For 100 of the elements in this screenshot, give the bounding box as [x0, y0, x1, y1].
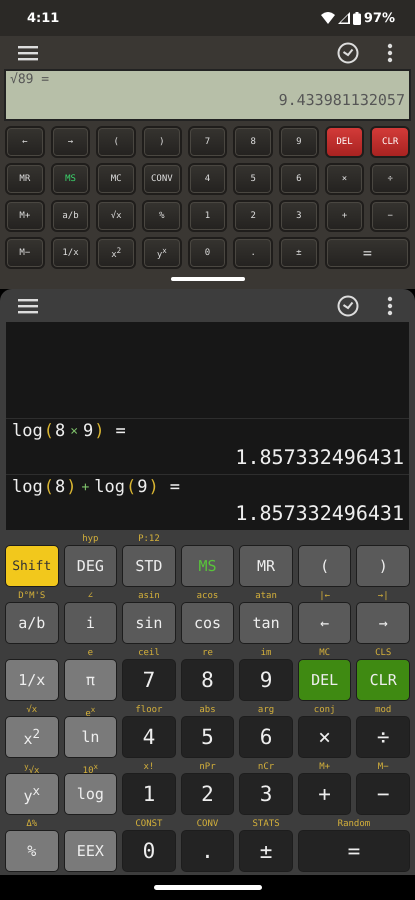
shift-function-label: abs — [199, 705, 216, 716]
calculator-key[interactable]: 4 — [188, 163, 228, 196]
status-time: 4:11 — [27, 10, 60, 26]
shift-function-label: |← — [319, 591, 330, 602]
calculator-key[interactable]: CONV — [142, 163, 182, 196]
menu-icon[interactable] — [18, 298, 38, 314]
calculator-key[interactable]: log — [64, 773, 118, 816]
calculator-key[interactable]: 5 — [233, 163, 273, 196]
calculator-key[interactable]: 7 — [122, 659, 176, 702]
calculator-key[interactable]: . — [233, 237, 273, 270]
shift-function-label: floor — [135, 705, 162, 716]
calculator-key[interactable]: Shift — [5, 545, 59, 588]
battery-icon — [352, 12, 361, 25]
calculator-key[interactable]: 1/x — [5, 659, 59, 702]
calculator-key[interactable]: − — [356, 773, 410, 816]
calculator-key[interactable]: ← — [5, 126, 45, 158]
calculator-key[interactable]: 8 — [233, 126, 273, 158]
calculator-key[interactable]: CLR — [356, 659, 410, 702]
calculator-key[interactable]: 1 — [188, 200, 228, 232]
calculator-key[interactable]: 6 — [279, 163, 319, 196]
calculator-key[interactable]: tan — [239, 602, 293, 644]
calculator-key[interactable]: × — [324, 163, 364, 196]
calculator-key[interactable]: + — [298, 773, 352, 816]
split-handle[interactable] — [170, 277, 244, 282]
calculator-key[interactable]: 2 — [233, 200, 273, 232]
calculator-key[interactable]: % — [142, 200, 182, 232]
calculator-key[interactable]: 9 — [239, 659, 293, 702]
shift-function-label: conj — [314, 705, 336, 716]
menu-icon[interactable] — [18, 44, 38, 61]
calculator-key[interactable]: ÷ — [370, 163, 410, 196]
calculator-key[interactable]: STD — [122, 545, 176, 588]
shift-function-label: ceil — [138, 648, 160, 658]
shift-function-label: P:12 — [138, 534, 160, 544]
history-expression: log(8 × 9) = — [12, 421, 126, 442]
calculator-key[interactable]: − — [370, 200, 410, 232]
home-indicator[interactable] — [154, 885, 262, 890]
calculator-key[interactable]: 3 — [239, 773, 293, 816]
calculator-key[interactable]: % — [5, 830, 59, 872]
calculator-key[interactable]: 5 — [180, 716, 234, 758]
calculator-key[interactable]: MR — [5, 163, 45, 196]
calculator-key[interactable]: → — [50, 126, 90, 158]
calculator-key[interactable]: ( — [298, 545, 352, 588]
history-result: 1.857332496431 — [235, 501, 404, 526]
calculator-key[interactable]: 1 — [122, 773, 176, 816]
calculator-key[interactable]: √x — [96, 200, 136, 232]
calculator-key[interactable]: ) — [356, 545, 410, 588]
expression-text: √89 = — [10, 72, 50, 88]
calculator-key[interactable]: x$^{2}$ — [5, 716, 59, 758]
calculator-key[interactable]: = — [298, 830, 410, 872]
calculator-key[interactable]: 8 — [180, 659, 234, 702]
shift-function-label: √x — [26, 705, 38, 716]
calculator-key[interactable]: 2 — [180, 773, 234, 816]
calculator-key[interactable]: EEX — [64, 830, 118, 872]
calculator-key[interactable]: = — [324, 237, 410, 270]
calculator-key[interactable]: 7 — [188, 126, 228, 158]
calculator-key[interactable]: 0 — [122, 830, 176, 872]
calculator-key[interactable]: y$^{x}$ — [142, 237, 182, 270]
shift-function-label: Δ% — [26, 819, 38, 830]
calculator-key[interactable]: . — [180, 830, 234, 872]
calculator-key[interactable]: ÷ — [356, 716, 410, 758]
calculator-key[interactable]: × — [298, 716, 352, 758]
calculator-key[interactable]: DEG — [64, 545, 118, 588]
calculator-key[interactable]: MC — [96, 163, 136, 196]
calculator-key[interactable]: π — [64, 659, 118, 702]
calculator-key[interactable]: ± — [239, 830, 293, 872]
calculator-key[interactable]: DEL — [324, 126, 364, 158]
calculator-key[interactable]: ) — [142, 126, 182, 158]
calculator-key[interactable]: 4 — [122, 716, 176, 758]
calculator-key[interactable]: 6 — [239, 716, 293, 758]
calculator-key[interactable]: M+ — [5, 200, 45, 232]
shift-function-label: D°M'S — [18, 591, 46, 602]
more-options-icon[interactable] — [387, 296, 393, 316]
calculator-key[interactable]: ( — [96, 126, 136, 158]
shift-function-label: e — [88, 648, 94, 658]
calculator-key[interactable]: i — [64, 602, 118, 644]
calculator-key[interactable]: CLR — [370, 126, 410, 158]
calculator-key[interactable]: 1/x — [50, 237, 90, 270]
calculator-key[interactable]: DEL — [298, 659, 352, 702]
calculator-key[interactable]: MS — [50, 163, 90, 196]
calculator-key[interactable]: + — [324, 200, 364, 232]
calculator-key[interactable]: ln — [64, 716, 118, 758]
calculator-key[interactable]: 3 — [279, 200, 319, 232]
calculator-key[interactable]: → — [356, 602, 410, 644]
calculator-key[interactable]: MR — [239, 545, 293, 588]
more-options-icon[interactable] — [387, 42, 393, 63]
calculator-key[interactable]: a/b — [50, 200, 90, 232]
calculator-key[interactable]: 9 — [279, 126, 319, 158]
calculator-key[interactable]: M− — [5, 237, 45, 270]
calculator-key[interactable]: a/b — [5, 602, 59, 644]
shift-function-label: M+ — [319, 762, 330, 772]
calculator-key[interactable]: y$^{x}$ — [5, 773, 59, 816]
calculator-key[interactable]: ← — [298, 602, 352, 644]
history-expression: log(8) + log(9) = — [12, 477, 180, 498]
calculator-key[interactable]: cos — [180, 602, 234, 644]
calculator-key[interactable]: 0 — [188, 237, 228, 270]
shift-function-label: acos — [196, 591, 218, 602]
calculator-key[interactable]: ± — [279, 237, 319, 270]
calculator-key[interactable]: x$^{2}$ — [96, 237, 136, 270]
calculator-key[interactable]: sin — [122, 602, 176, 644]
shift-function-label: arg — [258, 705, 274, 716]
